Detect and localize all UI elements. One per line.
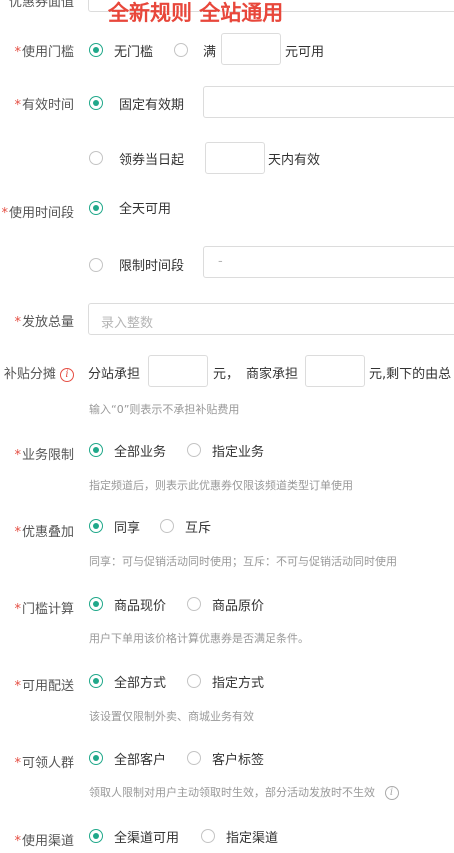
valid-days-suffix: 天内有效 (268, 153, 321, 168)
threshold-min-label: 满 (203, 45, 217, 60)
threshold-none-radio[interactable] (89, 43, 103, 57)
channel-specific-label: 指定渠道 (226, 831, 279, 846)
subsidy-label: 补贴分摊 i (4, 363, 74, 382)
valid-relative-radio[interactable] (89, 151, 103, 165)
total-placeholder: 录入整数 (101, 316, 154, 331)
valid-date-range-input[interactable] (203, 86, 454, 118)
threshold-none-label: 无门槛 (114, 45, 154, 60)
audience-hint: 领取人限制对用户主动领取时生效，部分活动发放时不生效 i (89, 784, 399, 800)
total-input[interactable]: 录入整数 (88, 303, 454, 335)
calc-current-label: 商品现价 (114, 599, 167, 614)
calc-current-radio[interactable] (89, 597, 103, 611)
subsidy-hint: 输入“0”则表示不承担补贴费用 (89, 403, 240, 416)
valid-fixed-label: 固定有效期 (119, 98, 185, 113)
delivery-specific-label: 指定方式 (212, 676, 265, 691)
period-limited-label: 限制时间段 (119, 259, 185, 274)
valid-relative-label: 领券当日起 (119, 153, 185, 168)
subsidy-merchant-input[interactable] (305, 355, 365, 387)
calc-original-label: 商品原价 (212, 599, 265, 614)
stacking-shared-radio[interactable] (89, 519, 103, 533)
business-label: *业务限制 (14, 448, 74, 463)
subsidy-merchant-label: 商家承担 (246, 367, 299, 382)
audience-info-icon[interactable]: i (384, 786, 399, 800)
subsidy-branch-unit: 元， (213, 367, 240, 382)
stacking-label: *优惠叠加 (14, 525, 74, 540)
stacking-hint: 同享：可与促销活动同时使用；互斥：不可与促销活动同时使用 (89, 555, 397, 568)
subsidy-branch-label: 分站承担 (88, 367, 141, 382)
time-period-label: *使用时间段 (1, 206, 74, 221)
threshold-amount-input[interactable] (221, 33, 281, 65)
total-label: *发放总量 (14, 315, 74, 330)
business-specific-label: 指定业务 (212, 445, 265, 460)
delivery-hint: 该设置仅限制外卖、商城业务有效 (89, 710, 254, 723)
business-hint: 指定频道后，则表示此优惠券仅限该频道类型订单使用 (89, 479, 353, 492)
valid-time-label: *有效时间 (14, 98, 74, 113)
calc-original-radio[interactable] (187, 597, 201, 611)
subsidy-info-icon[interactable]: i (60, 367, 74, 382)
channel-all-radio[interactable] (89, 829, 103, 843)
stacking-shared-label: 同享 (114, 521, 141, 536)
channel-all-label: 全渠道可用 (114, 831, 180, 846)
threshold-label: *使用门槛 (14, 45, 74, 60)
valid-fixed-radio[interactable] (89, 96, 103, 110)
stacking-exclusive-label: 互斥 (185, 521, 212, 536)
valid-days-input[interactable] (205, 142, 265, 174)
promo-banner: 全新规则 全站通用 (108, 1, 284, 25)
business-all-label: 全部业务 (114, 445, 167, 460)
audience-tag-radio[interactable] (187, 751, 201, 765)
period-allday-radio[interactable] (89, 201, 103, 215)
delivery-label: *可用配送 (14, 679, 74, 694)
coupon-value-label: 优惠券面值 (8, 0, 74, 10)
subsidy-merchant-unit: 元,剩下的由总 (369, 367, 452, 382)
business-all-radio[interactable] (89, 443, 103, 457)
audience-label: *可领人群 (14, 756, 74, 771)
threshold-suffix: 元可用 (285, 45, 325, 60)
audience-all-radio[interactable] (89, 751, 103, 765)
period-range-input[interactable]: - (203, 246, 454, 278)
delivery-specific-radio[interactable] (187, 674, 201, 688)
calc-label: *门槛计算 (14, 602, 74, 617)
period-limited-radio[interactable] (89, 258, 103, 272)
audience-tag-label: 客户标签 (212, 753, 265, 768)
stacking-exclusive-radio[interactable] (160, 519, 174, 533)
delivery-all-radio[interactable] (89, 674, 103, 688)
delivery-all-label: 全部方式 (114, 676, 167, 691)
calc-hint: 用户下单用该价格计算优惠券是否满足条件。 (89, 632, 309, 645)
channel-label: *使用渠道 (14, 834, 74, 849)
threshold-min-radio[interactable] (174, 43, 188, 57)
channel-specific-radio[interactable] (201, 829, 215, 843)
period-allday-label: 全天可用 (119, 202, 172, 217)
period-range-separator: - (218, 254, 223, 269)
business-specific-radio[interactable] (187, 443, 201, 457)
audience-all-label: 全部客户 (114, 753, 167, 768)
subsidy-branch-input[interactable] (148, 355, 208, 387)
